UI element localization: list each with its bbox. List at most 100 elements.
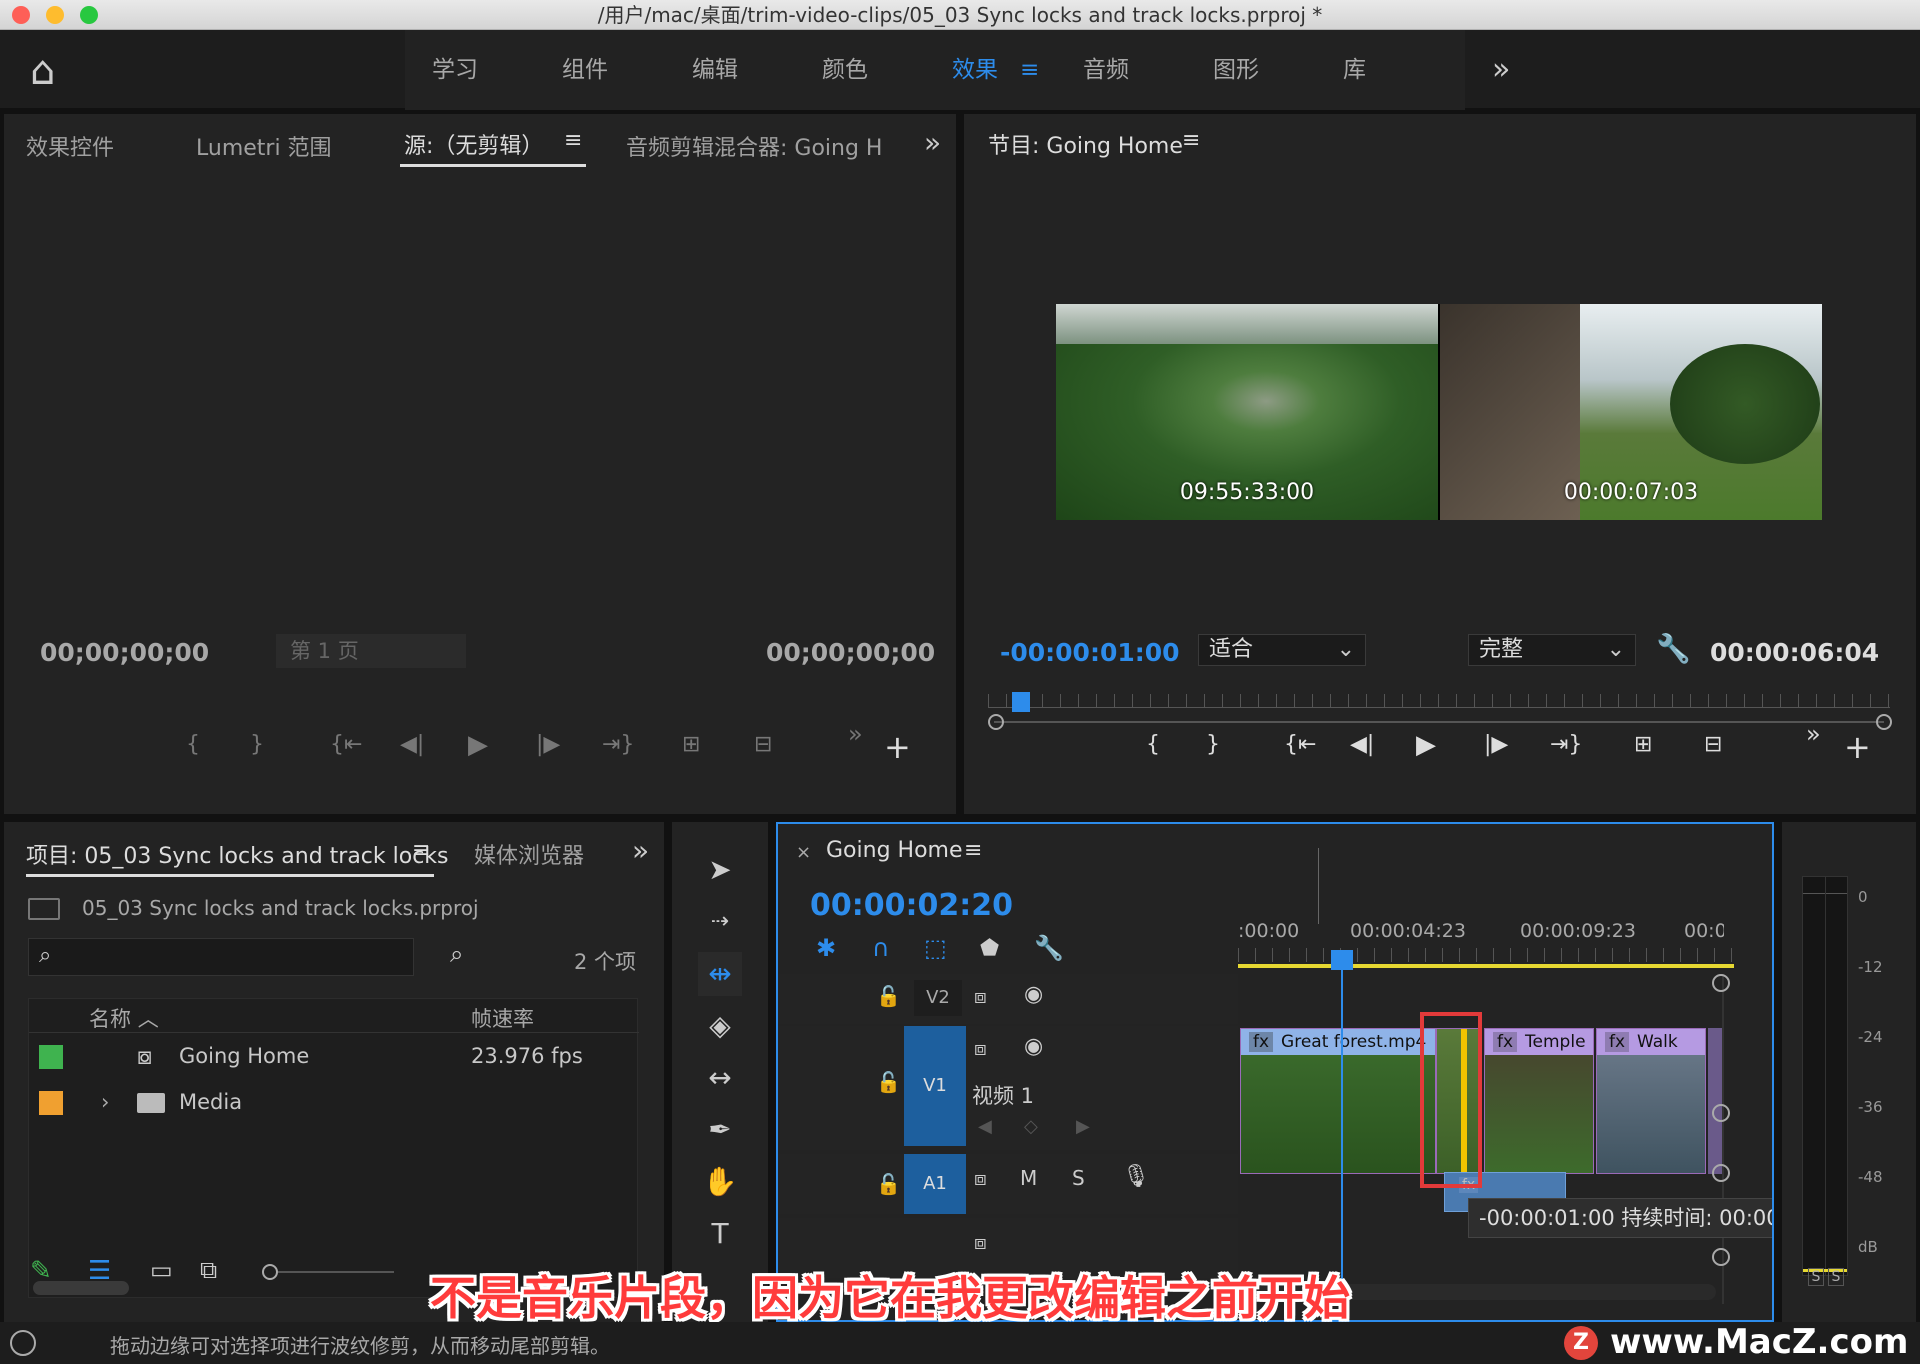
- creative-cloud-icon[interactable]: [10, 1330, 36, 1356]
- play-button[interactable]: ▶: [468, 730, 488, 760]
- workspace-color[interactable]: 颜色: [822, 30, 868, 110]
- workspace-audio[interactable]: 音频: [1083, 30, 1129, 110]
- add-keyframe-icon[interactable]: ◇: [1024, 1116, 1038, 1137]
- project-menu-icon[interactable]: ≡: [412, 838, 430, 863]
- program-time-ruler[interactable]: [988, 694, 1890, 708]
- tab-media-browser[interactable]: 媒体浏览器: [474, 838, 594, 870]
- tab-effect-controls[interactable]: 效果控件: [26, 130, 114, 162]
- program-go-to-in-button[interactable]: {⇤: [1284, 732, 1316, 757]
- track-target-a1[interactable]: A1: [904, 1154, 966, 1214]
- program-more-controls-icon[interactable]: »: [1806, 720, 1821, 748]
- expand-chevron-icon[interactable]: ›: [101, 1079, 109, 1125]
- home-icon[interactable]: ⌂: [30, 48, 55, 94]
- clip-great-forest[interactable]: fx Great forest.mp4: [1240, 1028, 1436, 1174]
- go-to-in-button[interactable]: {⇤: [330, 732, 362, 757]
- next-keyframe-icon[interactable]: ▶: [1076, 1116, 1090, 1137]
- program-playhead[interactable]: [1012, 692, 1030, 712]
- lock-icon[interactable]: 🔓: [876, 1070, 901, 1094]
- zoom-level-dropdown[interactable]: 适合 ⌄: [1198, 634, 1366, 666]
- snap-magnet-icon[interactable]: ∩: [872, 934, 890, 962]
- prev-keyframe-icon[interactable]: ◀: [978, 1116, 992, 1137]
- column-name-header[interactable]: 名称 ︿: [89, 1003, 159, 1033]
- add-button-icon[interactable]: +: [884, 728, 911, 766]
- mute-button[interactable]: M: [1020, 1166, 1037, 1190]
- solo-right-button[interactable]: S: [1828, 1268, 1844, 1286]
- linked-selection-icon[interactable]: ⬚: [924, 934, 947, 962]
- track-target-v1[interactable]: V1: [904, 1026, 966, 1146]
- go-to-out-button[interactable]: ⇥}: [602, 732, 634, 757]
- solo-left-button[interactable]: S: [1808, 1268, 1824, 1286]
- solo-button[interactable]: S: [1072, 1166, 1085, 1190]
- eye-icon[interactable]: ◉: [1024, 982, 1043, 1007]
- sync-lock-icon[interactable]: ⧈: [974, 1230, 987, 1254]
- add-marker-icon[interactable]: ⬟: [980, 936, 999, 961]
- tab-program[interactable]: 节目: Going Home: [988, 128, 1183, 160]
- program-go-to-out-button[interactable]: ⇥}: [1550, 732, 1582, 757]
- sync-lock-icon[interactable]: ⧈: [974, 1036, 987, 1060]
- workspace-libraries[interactable]: 库: [1343, 30, 1366, 110]
- playback-quality-dropdown[interactable]: 完整 ⌄: [1468, 634, 1636, 666]
- more-tabs-icon[interactable]: »: [924, 126, 941, 159]
- overwrite-icon[interactable]: ⊟: [754, 732, 772, 757]
- program-playhead-timecode[interactable]: -00:00:01:00: [1000, 638, 1180, 667]
- program-play-button[interactable]: ▶: [1416, 730, 1436, 760]
- track-target-v2[interactable]: V2: [914, 980, 962, 1016]
- eye-icon[interactable]: ◉: [1024, 1034, 1043, 1059]
- a2-height-handle[interactable]: [1712, 1248, 1730, 1266]
- list-view-icon[interactable]: ☰: [88, 1256, 111, 1286]
- page-selector[interactable]: 第 1 页: [276, 634, 466, 668]
- program-add-button-icon[interactable]: +: [1844, 728, 1871, 766]
- timeline-settings-wrench-icon[interactable]: 🔧: [1034, 934, 1064, 962]
- tab-audio-clip-mixer[interactable]: 音频剪辑混合器: Going H: [626, 130, 882, 162]
- workspace-effects[interactable]: 效果: [952, 30, 998, 110]
- lock-icon[interactable]: 🔓: [876, 1172, 901, 1196]
- pen-tool-icon[interactable]: ✒: [698, 1108, 742, 1152]
- freeform-view-icon[interactable]: ⧉: [200, 1256, 217, 1284]
- program-step-back-button[interactable]: ◀|: [1350, 732, 1374, 757]
- zoom-handle-right[interactable]: [1876, 714, 1892, 730]
- label-color-swatch[interactable]: [39, 1045, 63, 1069]
- list-item[interactable]: ⧇ Going Home 23.976 fps: [29, 1033, 639, 1079]
- a1-height-handle[interactable]: [1712, 1164, 1730, 1182]
- type-tool-icon[interactable]: T: [698, 1212, 742, 1256]
- close-timeline-icon[interactable]: ×: [796, 842, 811, 863]
- icon-view-icon[interactable]: ▭: [150, 1256, 173, 1284]
- tab-project[interactable]: 项目: 05_03 Sync locks and track locks: [26, 838, 449, 870]
- ripple-edit-tool-icon[interactable]: ⇹: [698, 952, 742, 996]
- step-back-button[interactable]: ◀|: [400, 732, 424, 757]
- tab-source[interactable]: 源:（无剪辑）: [404, 128, 543, 160]
- workspace-learn[interactable]: 学习: [432, 30, 478, 110]
- timeline-menu-icon[interactable]: ≡: [964, 838, 982, 863]
- pencil-icon[interactable]: ✎: [30, 1256, 52, 1286]
- column-fps-header[interactable]: 帧速率: [471, 1003, 534, 1033]
- insert-icon[interactable]: ⊞: [682, 732, 700, 757]
- program-menu-icon[interactable]: ≡: [1182, 128, 1200, 153]
- workspace-graphics[interactable]: 图形: [1213, 30, 1259, 110]
- workspace-assembly[interactable]: 组件: [562, 30, 608, 110]
- workspace-editing[interactable]: 编辑: [692, 30, 738, 110]
- selection-tool-icon[interactable]: ➤: [698, 848, 742, 892]
- zoom-handle-left[interactable]: [988, 714, 1004, 730]
- find-icon[interactable]: ⌕: [450, 940, 463, 968]
- lock-icon[interactable]: 🔓: [876, 984, 901, 1008]
- sync-lock-icon[interactable]: ⧈: [974, 1166, 987, 1190]
- v2-height-handle[interactable]: [1712, 974, 1730, 992]
- razor-tool-icon[interactable]: ◈: [698, 1004, 742, 1048]
- lift-icon[interactable]: ⊞: [1634, 732, 1652, 757]
- nest-icon[interactable]: ✱: [816, 934, 836, 962]
- slip-tool-icon[interactable]: ↔: [698, 1056, 742, 1100]
- hand-tool-icon[interactable]: ✋: [698, 1160, 742, 1204]
- work-area-bar[interactable]: [1238, 964, 1734, 968]
- source-menu-icon[interactable]: ≡: [564, 128, 582, 153]
- sync-lock-icon[interactable]: ⧈: [974, 984, 987, 1008]
- tab-lumetri-scopes[interactable]: Lumetri 范围: [196, 130, 332, 162]
- clip-temple[interactable]: fx Temple: [1484, 1028, 1594, 1174]
- project-search-input[interactable]: ⌕: [28, 938, 414, 976]
- timeline-playhead-timecode[interactable]: 00:00:02:20: [810, 888, 1013, 923]
- microphone-icon[interactable]: 🎙: [1122, 1164, 1150, 1189]
- label-color-swatch[interactable]: [39, 1091, 63, 1115]
- program-mark-in-button[interactable]: {: [1146, 732, 1160, 757]
- zoom-scrollbar[interactable]: [994, 721, 1884, 723]
- timeline-time-ruler[interactable]: [1238, 948, 1738, 962]
- list-item[interactable]: › Media: [29, 1079, 639, 1125]
